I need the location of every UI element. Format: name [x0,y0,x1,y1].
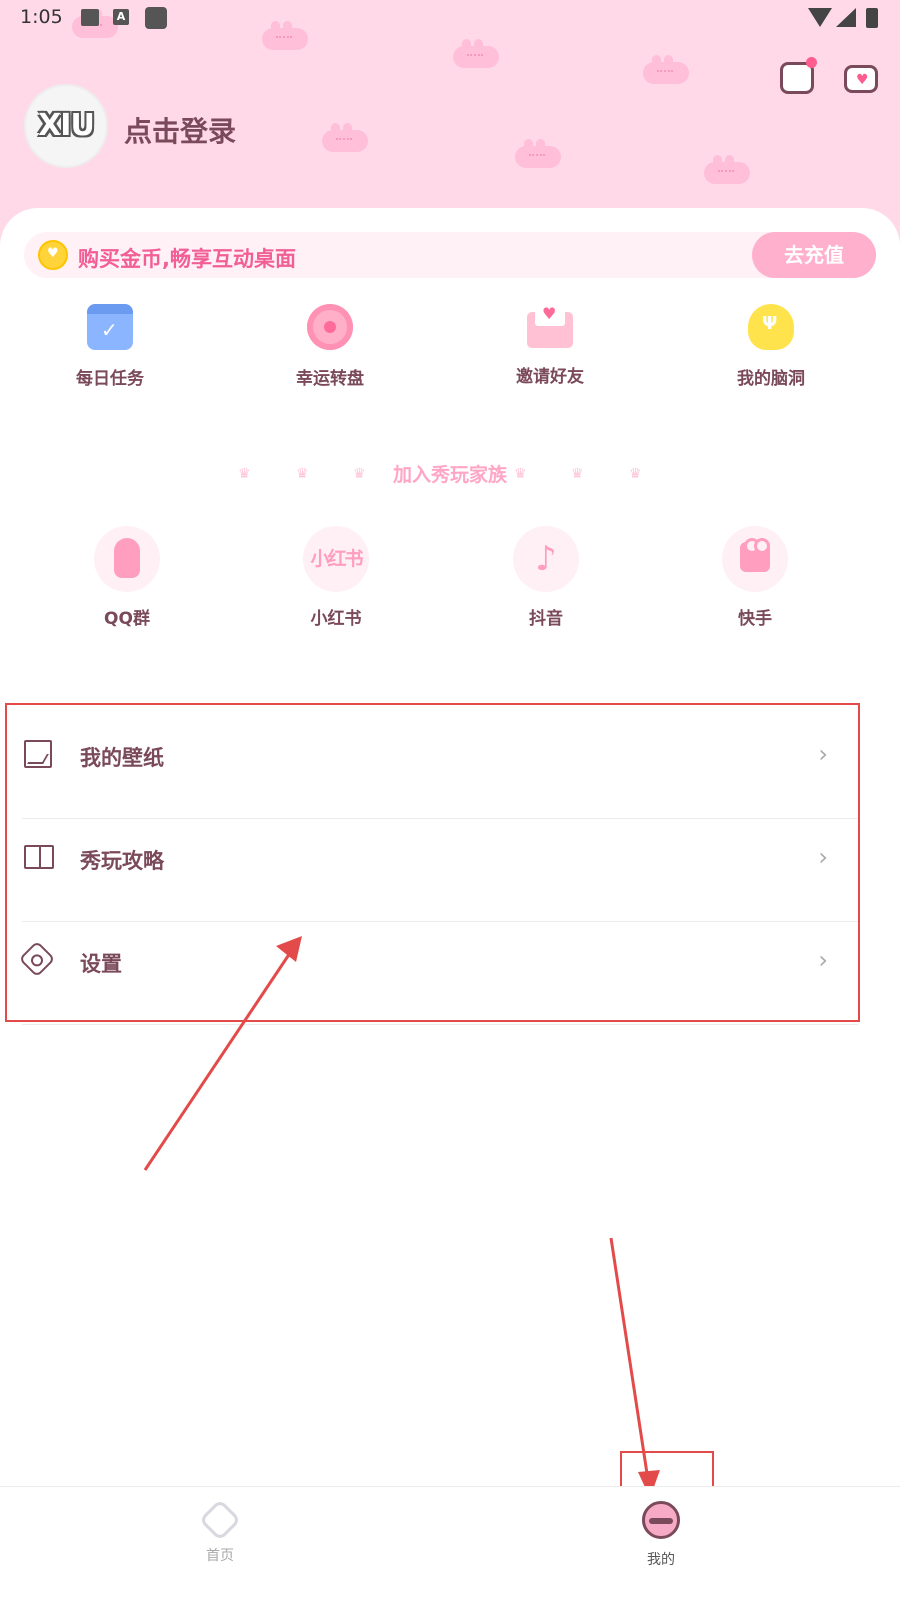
join-section-title: 加入秀玩家族 [392,464,507,486]
wifi-icon [808,8,832,27]
nav-tab-mine[interactable]: 我的 [601,1501,721,1569]
quick-action-ideas[interactable]: 我的脑洞 [701,304,841,389]
status-bar: 1:05 A [0,0,900,36]
social-kuaishou[interactable]: 快手 [685,526,825,629]
quick-action-invite[interactable]: 邀请好友 [480,302,620,387]
mine-face-icon [642,1501,680,1539]
home-diamond-icon [198,1498,242,1542]
social-xiaohongshu[interactable]: 小红书 小红书 [266,526,406,629]
douyin-icon: ♪ [513,526,579,592]
quick-action-daily-task[interactable]: 每日任务 [40,304,180,389]
annotation-highlight-menu [5,703,860,1022]
calendar-check-icon [87,304,133,350]
kuaishou-icon [722,526,788,592]
a-notification-icon: A [113,9,129,25]
quick-action-label: 我的脑洞 [737,369,805,389]
notification-dot [806,57,817,68]
social-label: 抖音 [529,609,563,629]
cloud-decoration [453,39,499,68]
quick-action-label: 每日任务 [76,369,144,389]
xiaohongshu-icon: 小红书 [303,526,369,592]
signal-icon [836,8,856,27]
crown-icon: ♛ [571,466,584,482]
message-button[interactable]: ♥ [844,65,878,93]
lucky-wheel-icon [307,304,353,350]
social-douyin[interactable]: ♪ 抖音 [476,526,616,629]
cloud-decoration [643,55,689,84]
lightbulb-icon [748,304,794,350]
heart-icon: ♥ [856,72,869,88]
recharge-button[interactable]: 去充值 [752,232,876,278]
envelope-heart-icon [527,302,573,348]
crown-icon: ♛ [629,466,642,482]
bottom-nav: 首页 我的 [0,1486,900,1600]
qq-penguin-icon [94,526,160,592]
status-time: 1:05 [20,6,63,28]
nav-tab-label: 我的 [647,1552,675,1568]
social-qq-group[interactable]: QQ群 [57,526,197,629]
image-notification-icon [81,9,99,26]
coin-heart-icon [38,240,68,270]
quick-action-label: 幸运转盘 [296,369,364,389]
cloud-decoration [515,139,561,168]
battery-icon [866,8,878,28]
social-label: 小红书 [310,609,362,629]
banner-text: 购买金币,畅享互动桌面 [78,247,296,271]
coin-banner[interactable]: 购买金币,畅享互动桌面 去充值 [24,232,876,278]
social-label: 快手 [738,609,772,629]
app-notification-icon [145,7,167,29]
share-button[interactable] [780,57,817,94]
crown-icon: ♛ [514,466,527,482]
quick-action-lucky-wheel[interactable]: 幸运转盘 [260,304,400,389]
quick-action-label: 邀请好友 [516,367,584,387]
social-label: QQ群 [104,609,150,629]
cloud-decoration [704,155,750,184]
login-link[interactable]: 点击登录 [124,110,236,150]
nav-tab-home[interactable]: 首页 [160,1498,280,1565]
cloud-decoration [322,123,368,152]
nav-tab-label: 首页 [206,1548,234,1564]
avatar[interactable]: XIU [24,84,108,168]
